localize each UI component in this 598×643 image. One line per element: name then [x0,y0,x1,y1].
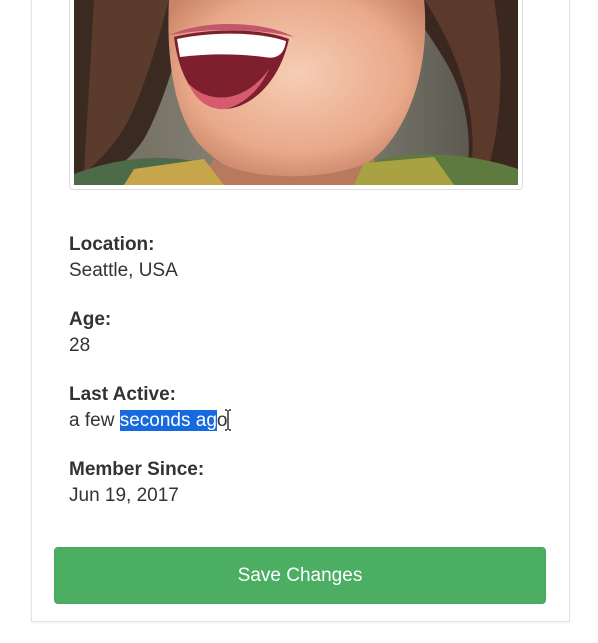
member-since-value: Jun 19, 2017 [69,485,179,506]
profile-photo-image [74,0,518,185]
selected-text: seconds ag [119,410,217,431]
last-active-label: Last Active: [69,384,176,405]
text-cursor-icon [224,409,232,431]
age-label: Age: [69,309,112,330]
last-active-value-prefix: a few [69,410,120,431]
last-active-value: a few seconds ago [69,408,232,434]
age-value: 28 [69,335,91,356]
profile-card: Location: Seattle, USA Age: 28 Last Acti… [31,0,570,622]
save-changes-button[interactable]: Save Changes [54,547,546,604]
member-since-label: Member Since: [69,459,205,480]
profile-photo [74,0,518,185]
location-value: Seattle, USA [69,260,178,281]
location-label: Location: [69,234,155,255]
profile-info: Location: Seattle, USA Age: 28 Last Acti… [69,232,232,532]
profile-photo-frame [69,0,523,190]
